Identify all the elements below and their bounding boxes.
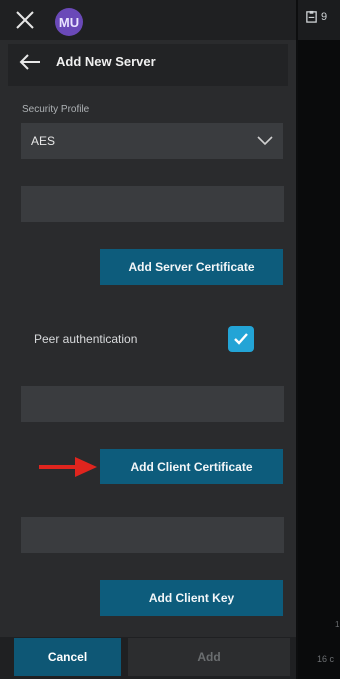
page-title: Add New Server bbox=[56, 54, 156, 69]
add-client-certificate-button[interactable]: Add Client Certificate bbox=[100, 449, 283, 484]
avatar[interactable]: MU bbox=[55, 8, 83, 36]
background-badge: 9 bbox=[305, 10, 327, 23]
client-key-field[interactable] bbox=[21, 517, 284, 553]
security-profile-value: AES bbox=[31, 134, 56, 148]
chevron-down-icon bbox=[257, 136, 273, 146]
red-arrow-icon bbox=[39, 457, 97, 477]
background-view bbox=[298, 0, 340, 679]
add-server-certificate-button[interactable]: Add Server Certificate bbox=[100, 249, 283, 285]
top-bar bbox=[0, 0, 296, 40]
peer-authentication-checkbox[interactable] bbox=[228, 326, 254, 352]
clipboard-icon bbox=[306, 10, 317, 23]
security-profile-label: Security Profile bbox=[22, 104, 90, 115]
server-certificate-field[interactable] bbox=[21, 186, 284, 222]
background-mark: 1 bbox=[335, 620, 340, 629]
peer-authentication-label: Peer authentication bbox=[34, 332, 138, 346]
close-icon[interactable] bbox=[14, 9, 36, 31]
add-button[interactable]: Add bbox=[128, 638, 290, 676]
background-bottom-text: 16 c bbox=[317, 654, 335, 664]
checkmark-icon bbox=[234, 333, 248, 345]
server-form bbox=[8, 90, 288, 635]
client-certificate-field[interactable] bbox=[21, 386, 284, 422]
security-profile-select[interactable]: AES bbox=[21, 123, 283, 159]
back-arrow-icon[interactable] bbox=[18, 52, 42, 72]
add-client-key-button[interactable]: Add Client Key bbox=[100, 580, 283, 616]
badge-count: 9 bbox=[321, 10, 328, 23]
cancel-button[interactable]: Cancel bbox=[14, 638, 121, 676]
